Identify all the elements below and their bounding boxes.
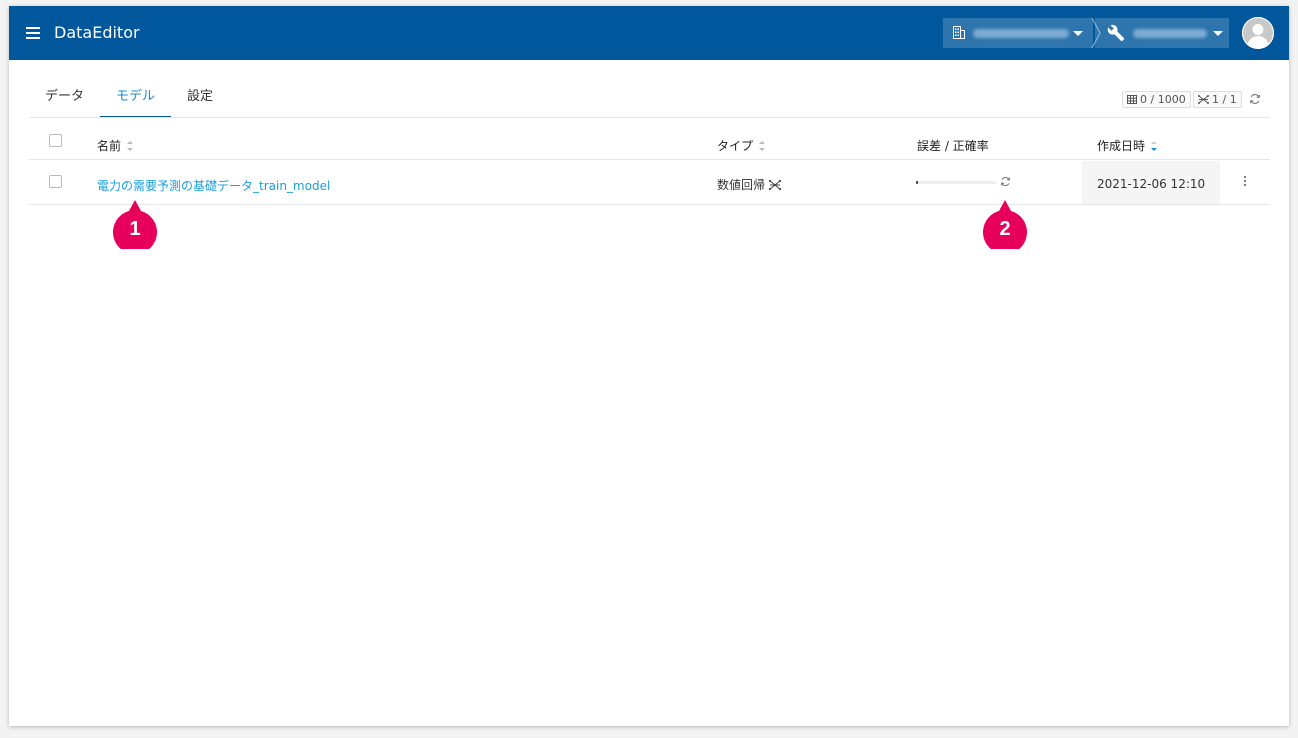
model-type-label: 数値回帰 xyxy=(717,178,766,192)
marker-number: 2 xyxy=(999,218,1011,240)
model-count-badge: 1 / 1 xyxy=(1193,91,1242,108)
tab-data[interactable]: データ xyxy=(29,82,100,118)
model-icon xyxy=(769,179,782,190)
training-progress-bar xyxy=(916,181,996,184)
avatar[interactable] xyxy=(1242,17,1274,49)
project-name-redacted xyxy=(1133,29,1207,38)
user-icon xyxy=(1242,17,1274,49)
header-error-label: 誤差 / 正確率 xyxy=(917,139,989,153)
tabs-divider xyxy=(29,117,1270,118)
tab-bar: データ モデル 設定 xyxy=(29,82,229,118)
chevron-down-icon xyxy=(1213,31,1223,36)
header-error: 誤差 / 正確率 xyxy=(917,137,989,154)
model-type-cell: 数値回帰 xyxy=(717,176,782,193)
created-date-cell: 2021-12-06 12:10 xyxy=(1082,161,1220,204)
header-name-label: 名前 xyxy=(97,139,122,153)
row-count-badge: 0 / 1000 xyxy=(1122,91,1191,108)
model-icon xyxy=(1198,95,1209,104)
app-bar: DataEditor xyxy=(9,6,1289,60)
organization-name-redacted xyxy=(973,29,1069,38)
annotation-marker-1: 1 xyxy=(111,199,159,255)
header-type-label: タイプ xyxy=(717,139,754,153)
header-type[interactable]: タイプ xyxy=(717,137,766,154)
app-title: DataEditor xyxy=(54,23,140,42)
training-progress-fill xyxy=(916,181,918,184)
row-count-text: 0 / 1000 xyxy=(1140,93,1186,106)
table-icon xyxy=(1127,95,1137,104)
tab-settings[interactable]: 設定 xyxy=(171,82,229,118)
row-checkbox[interactable] xyxy=(49,175,62,188)
building-icon xyxy=(953,26,965,39)
organization-selector[interactable] xyxy=(943,18,1093,48)
select-all-checkbox[interactable] xyxy=(49,134,62,147)
project-selector[interactable] xyxy=(1095,18,1229,48)
app-window: DataEditor データ モデル 設定 0 / 1000 1 / 1 名前 … xyxy=(9,6,1289,726)
more-vert-icon[interactable] xyxy=(1243,176,1247,188)
sort-desc-icon xyxy=(1151,140,1158,151)
sort-icon xyxy=(759,140,766,151)
model-count-text: 1 / 1 xyxy=(1212,93,1237,106)
model-name-link[interactable]: 電力の需要予測の基礎データ_train_model xyxy=(97,177,330,194)
header-created[interactable]: 作成日時 xyxy=(1097,137,1158,154)
marker-number: 1 xyxy=(129,218,141,240)
refresh-icon[interactable] xyxy=(1249,93,1261,105)
tab-model[interactable]: モデル xyxy=(100,82,172,118)
row-divider xyxy=(29,204,1270,205)
header-name[interactable]: 名前 xyxy=(97,137,134,154)
refresh-icon[interactable] xyxy=(1000,176,1011,187)
chevron-down-icon xyxy=(1073,31,1083,36)
wrench-icon xyxy=(1107,24,1125,42)
header-divider xyxy=(29,159,1270,160)
sort-icon xyxy=(127,140,134,151)
menu-icon[interactable] xyxy=(26,27,40,39)
header-created-label: 作成日時 xyxy=(1097,139,1146,153)
annotation-marker-2: 2 xyxy=(981,199,1029,255)
